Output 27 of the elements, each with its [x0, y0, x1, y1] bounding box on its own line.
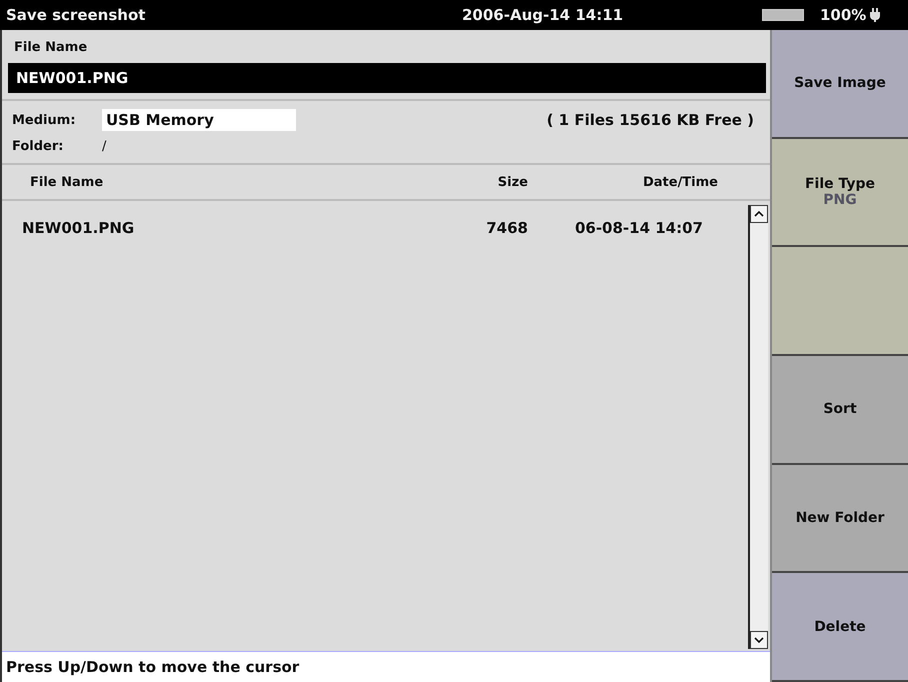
plug-icon	[870, 8, 880, 22]
battery-percent: 100%	[820, 6, 866, 24]
softkey-button[interactable]: File Type PNG	[772, 138, 908, 248]
folder-path: /	[102, 138, 106, 154]
table-cell-text: NEW001.PNG	[22, 219, 136, 237]
scrollbar[interactable]	[748, 205, 768, 649]
scroll-up-icon[interactable]	[750, 205, 768, 223]
status-text: Press Up/Down to move the cursor	[2, 652, 770, 682]
column-header: File Name	[29, 174, 104, 190]
table-cell-text: 06-08-14 14:07	[574, 219, 703, 237]
window-title: Save screenshot	[6, 6, 146, 24]
softkey-button[interactable]: New Folder	[772, 464, 908, 574]
free-space-text: ( 1 Files 15616 KB Free )	[546, 111, 754, 129]
column-header: Size	[496, 174, 528, 190]
field-label: File Name	[13, 40, 88, 55]
softkey-button[interactable]: Delete	[772, 573, 908, 682]
column-header: Date/Time	[642, 174, 718, 190]
softkey-button[interactable]: Sort	[772, 356, 908, 465]
medium-label: Medium:	[12, 112, 77, 128]
folder-label: Folder:	[12, 138, 64, 154]
file-name-field[interactable]: NEW001.PNG	[8, 63, 766, 93]
softkey-button[interactable]: Save Image	[772, 30, 908, 139]
date-time: 2006-Aug-14 14:11	[462, 6, 624, 24]
scroll-down-icon[interactable]	[750, 631, 768, 649]
medium-field[interactable]: USB Memory	[102, 109, 296, 131]
battery-icon	[762, 9, 804, 21]
table-cell-text: 7468	[485, 219, 528, 237]
